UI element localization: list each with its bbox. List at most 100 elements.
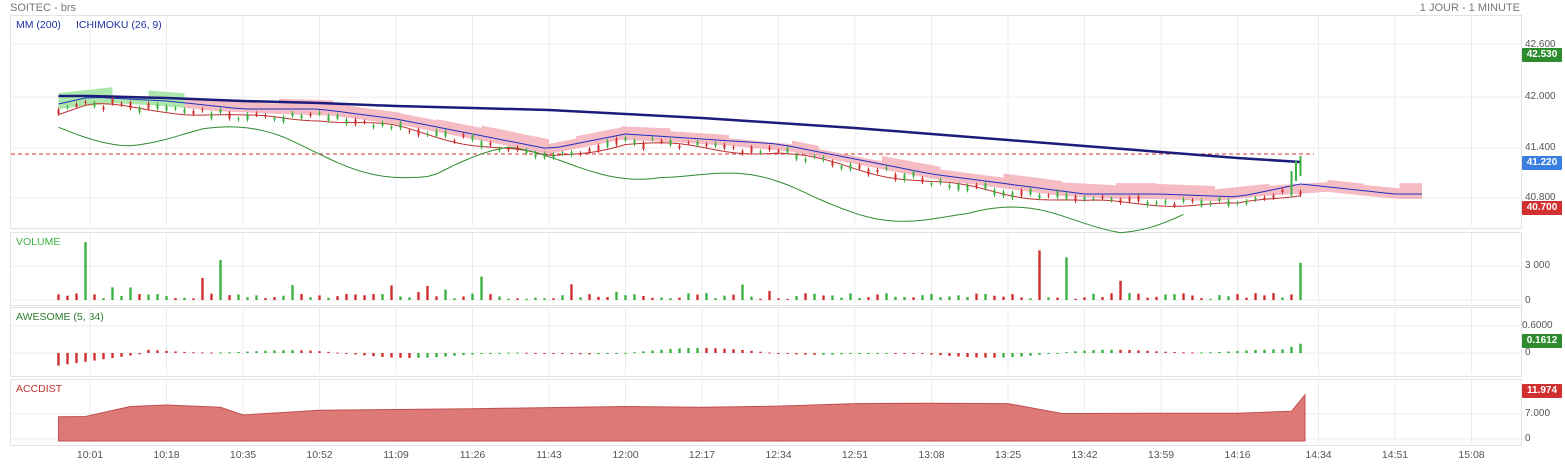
ichimoku-cloud [1116, 183, 1157, 199]
ao-bar [1281, 349, 1284, 353]
candle-body [1056, 191, 1059, 198]
candle-body [1065, 193, 1068, 199]
volume-bar [219, 260, 222, 300]
candle-body [696, 141, 699, 146]
candle-body [1074, 196, 1077, 202]
candle-body [1290, 171, 1293, 191]
ao-bar [435, 353, 438, 358]
ao-bar [696, 347, 699, 353]
ao-bar [1299, 343, 1302, 353]
ichimoku-cloud [1363, 184, 1400, 199]
candle-body [885, 167, 888, 170]
volume-bar [1299, 262, 1302, 300]
ao-bar [876, 353, 879, 354]
candle-body [453, 140, 456, 142]
candle-body [498, 148, 501, 151]
volume-bar [1065, 257, 1068, 300]
ao-bar [390, 353, 393, 358]
candle-body [615, 138, 618, 145]
ao-bar [660, 349, 663, 353]
ao-bar [1137, 350, 1140, 353]
ao-bar [408, 353, 411, 358]
ao-bar [1047, 353, 1050, 354]
candle-body [1038, 194, 1041, 199]
ao-bar [129, 353, 132, 356]
ichimoku-cloud [1062, 182, 1116, 199]
volume-bar [579, 297, 582, 300]
volume-bar [1020, 297, 1023, 300]
ao-bar [705, 347, 708, 353]
volume-bar [489, 294, 492, 300]
volume-bar [606, 297, 609, 300]
ao-bar [534, 352, 537, 354]
volume-bar [1290, 294, 1293, 300]
candle-body [174, 107, 177, 110]
volume-bar [543, 298, 546, 300]
candle-body [858, 165, 861, 169]
volume-bar [831, 295, 834, 300]
candle-body [1146, 201, 1149, 206]
ao-bar [840, 353, 843, 355]
candle-body [435, 130, 438, 137]
candle-body [993, 189, 996, 195]
candle-body [318, 112, 321, 115]
candle-body [291, 113, 294, 117]
volume-bar [642, 295, 645, 300]
ao-bar [687, 348, 690, 353]
volume-bar [1056, 297, 1059, 300]
ao-bar [381, 353, 384, 357]
candle-body [1011, 192, 1014, 198]
candle-body [1263, 197, 1266, 199]
volume-bar [210, 293, 213, 300]
ao-bar [678, 348, 681, 353]
volume-bar [948, 296, 951, 300]
candle-body [930, 183, 933, 185]
volume-bar [399, 296, 402, 300]
ao-bar [417, 353, 420, 358]
candle-body [966, 185, 969, 191]
volume-bar [741, 284, 744, 300]
ao-bar [192, 352, 195, 354]
candle-body [138, 107, 141, 113]
ao-bar [1155, 351, 1158, 353]
ao-bar [1011, 353, 1014, 358]
candle-body [246, 114, 249, 120]
candle-body [282, 116, 285, 122]
candle-body [489, 142, 492, 146]
volume-bar [1263, 295, 1266, 300]
candle-body [1227, 200, 1230, 206]
volume-bar [480, 276, 483, 300]
ao-bar [345, 353, 348, 354]
candle-body [237, 118, 240, 120]
candle-body [813, 156, 816, 158]
candle-body [129, 102, 132, 109]
volume-bar [309, 297, 312, 300]
candle-body [678, 145, 681, 148]
candle-body [1164, 200, 1167, 204]
candle-body [1290, 191, 1293, 196]
ao-bar [156, 350, 159, 353]
candle-body [309, 113, 312, 116]
candle-body [768, 147, 771, 150]
candle-body [516, 147, 519, 151]
volume-bar [858, 297, 861, 300]
ao-bar [309, 350, 312, 353]
volume-bar [957, 295, 960, 300]
volume-bar [795, 296, 798, 300]
ao-bar [597, 353, 600, 355]
ao-bar [1173, 352, 1176, 354]
volume-bar [426, 285, 429, 300]
volume-bar [903, 297, 906, 300]
candle-body [336, 114, 339, 119]
ao-bar [1029, 353, 1032, 356]
ao-bar [858, 353, 861, 354]
candle-body [1047, 195, 1050, 197]
ao-bar [498, 352, 501, 354]
volume-bar [534, 297, 537, 300]
ao-bar [489, 353, 492, 354]
ao-bar [759, 351, 762, 353]
candle-body [390, 126, 393, 129]
volume-bar [174, 298, 177, 300]
volume-bar [1146, 297, 1149, 300]
volume-bar [84, 242, 87, 300]
